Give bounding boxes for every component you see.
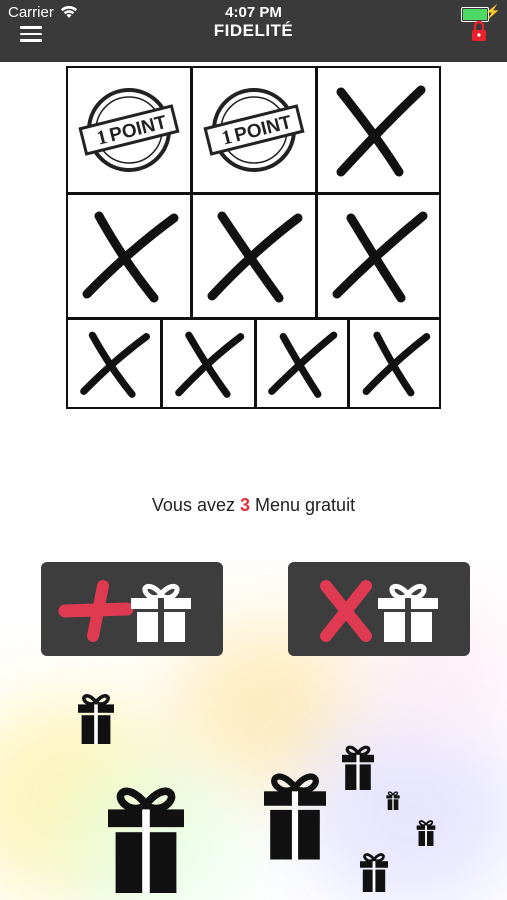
cross-mark-icon [332,211,427,303]
cross-cell [66,193,192,319]
free-menu-count: 3 [239,495,250,515]
gift-icon [416,820,436,846]
point-stamp-icon: 1 POINT [203,88,305,172]
gift-icon [108,787,184,893]
stamp-cell: 1 POINT [66,66,192,194]
top-bar: Carrier 4:07 PM ⚡ FIDELITÉ [0,0,507,62]
cross-mark-icon [268,331,338,398]
cross-cell [316,193,441,319]
charging-icon: ⚡ [484,4,501,19]
stamp-cell: 1 POINT [191,66,317,194]
cross-cell [255,318,349,409]
gift-icon [342,745,374,790]
remove-gift-icon [320,580,438,642]
cross-mark-icon [362,331,430,396]
cross-mark-icon [336,85,425,177]
add-gift-icon [58,580,191,642]
point-stamp-icon: 1 POINT [78,88,180,172]
message-suffix: Menu gratuit [255,495,356,515]
cross-mark-icon [174,331,244,398]
add-gift-button[interactable] [41,562,223,656]
lock-icon[interactable] [471,20,487,42]
remove-gift-button[interactable] [288,562,470,656]
message-prefix: Vous avez [151,495,235,515]
status-time: 4:07 PM [225,4,282,21]
gift-icon [386,791,400,810]
cross-cell [348,318,441,409]
loyalty-card: 1 POINT 1 POINT [66,66,441,409]
cross-cell [316,66,441,194]
gift-icon [78,694,114,744]
cross-mark-icon [207,211,303,303]
cross-mark-icon [82,211,179,303]
free-menu-message: Vous avez 3 Menu gratuit [0,495,507,516]
cross-cell [191,193,317,319]
gift-icon [360,853,388,892]
cross-cell [66,318,162,409]
cross-cell [161,318,256,409]
page-title: FIDELITÉ [213,21,294,40]
gift-icon [264,773,326,860]
cross-mark-icon [80,331,150,398]
